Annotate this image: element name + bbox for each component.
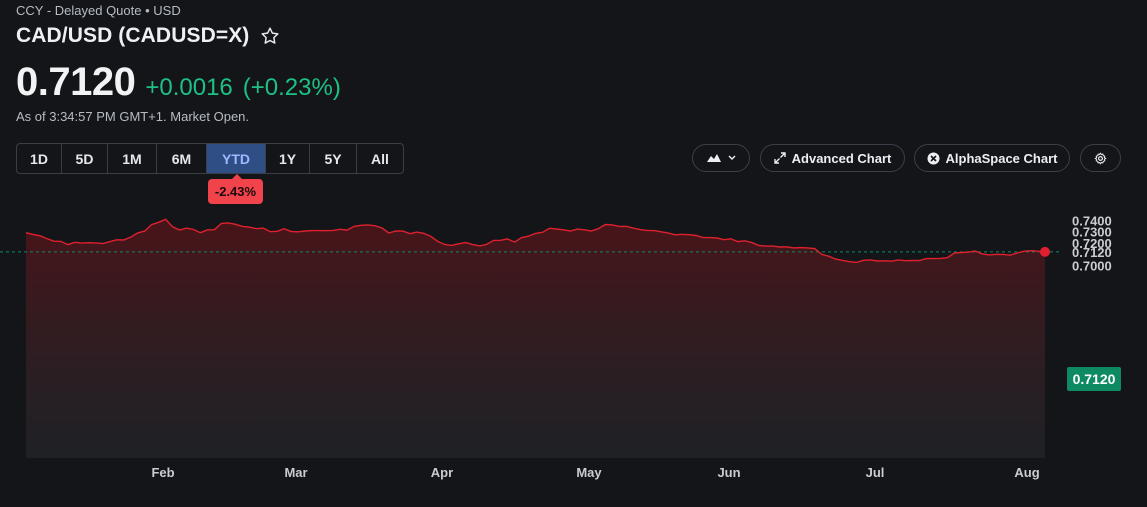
x-tick-label: Apr <box>431 465 453 480</box>
x-tick-label: Feb <box>151 465 174 480</box>
alphaspace-chart-button[interactable]: AlphaSpace Chart <box>914 144 1070 172</box>
quote-meta: CCY - Delayed Quote • USD <box>16 3 181 18</box>
expand-icon <box>773 152 786 164</box>
y-axis: 0.74000.73000.72000.71200.7000 <box>1072 214 1112 274</box>
x-tick-label: Aug <box>1014 465 1039 480</box>
x-tick-label: Jul <box>866 465 885 480</box>
page-title: CAD/USD (CADUSD=X) <box>16 24 250 47</box>
price-area-fill <box>26 219 1045 458</box>
advanced-chart-button[interactable]: Advanced Chart <box>760 144 905 172</box>
as-of-timestamp: As of 3:34:57 PM GMT+1. Market Open. <box>16 109 250 124</box>
advanced-chart-label: Advanced Chart <box>791 150 892 166</box>
star-icon[interactable] <box>259 25 281 47</box>
x-tick-label: May <box>576 465 602 480</box>
range-ytd[interactable]: YTD <box>207 144 266 173</box>
current-price: 0.7120 <box>16 60 136 104</box>
last-price-dot <box>1040 246 1050 257</box>
range-5d[interactable]: 5D <box>62 144 108 173</box>
gear-icon <box>1094 152 1107 164</box>
alphaspace-chart-label: AlphaSpace Chart <box>945 150 1058 166</box>
chart-type-button[interactable] <box>692 144 750 172</box>
range-1d[interactable]: 1D <box>17 144 62 173</box>
title-row: CAD/USD (CADUSD=X) <box>16 24 281 48</box>
price-change-percent: (+0.23%) <box>242 74 341 101</box>
y-tick-label: 0.7000 <box>1072 258 1112 273</box>
range-6m[interactable]: 6M <box>157 144 207 173</box>
alphaspace-logo-icon <box>927 152 939 164</box>
range-all[interactable]: All <box>357 144 403 173</box>
price-change: +0.0016 <box>145 74 233 101</box>
range-selector: 1D 5D 1M 6M YTD 1Y 5Y All <box>16 143 404 174</box>
chevron-down-icon <box>728 155 736 160</box>
x-tick-label: Mar <box>284 465 307 480</box>
price-row: 0.7120 +0.0016 (+0.23%) <box>16 60 341 105</box>
chart-settings-button[interactable] <box>1080 144 1121 172</box>
price-chart[interactable]: 0.74000.73000.72000.71200.7000 Feb Mar Apr… <box>0 190 1147 500</box>
x-tick-label: Jun <box>717 465 740 480</box>
current-price-tag: 0.7120 <box>1067 367 1121 391</box>
range-5y[interactable]: 5Y <box>310 144 357 173</box>
range-1y[interactable]: 1Y <box>266 144 310 173</box>
mountain-chart-icon <box>707 154 721 162</box>
range-1m[interactable]: 1M <box>108 144 157 173</box>
x-axis: Feb Mar Apr May Jun Jul Aug <box>151 465 1039 480</box>
